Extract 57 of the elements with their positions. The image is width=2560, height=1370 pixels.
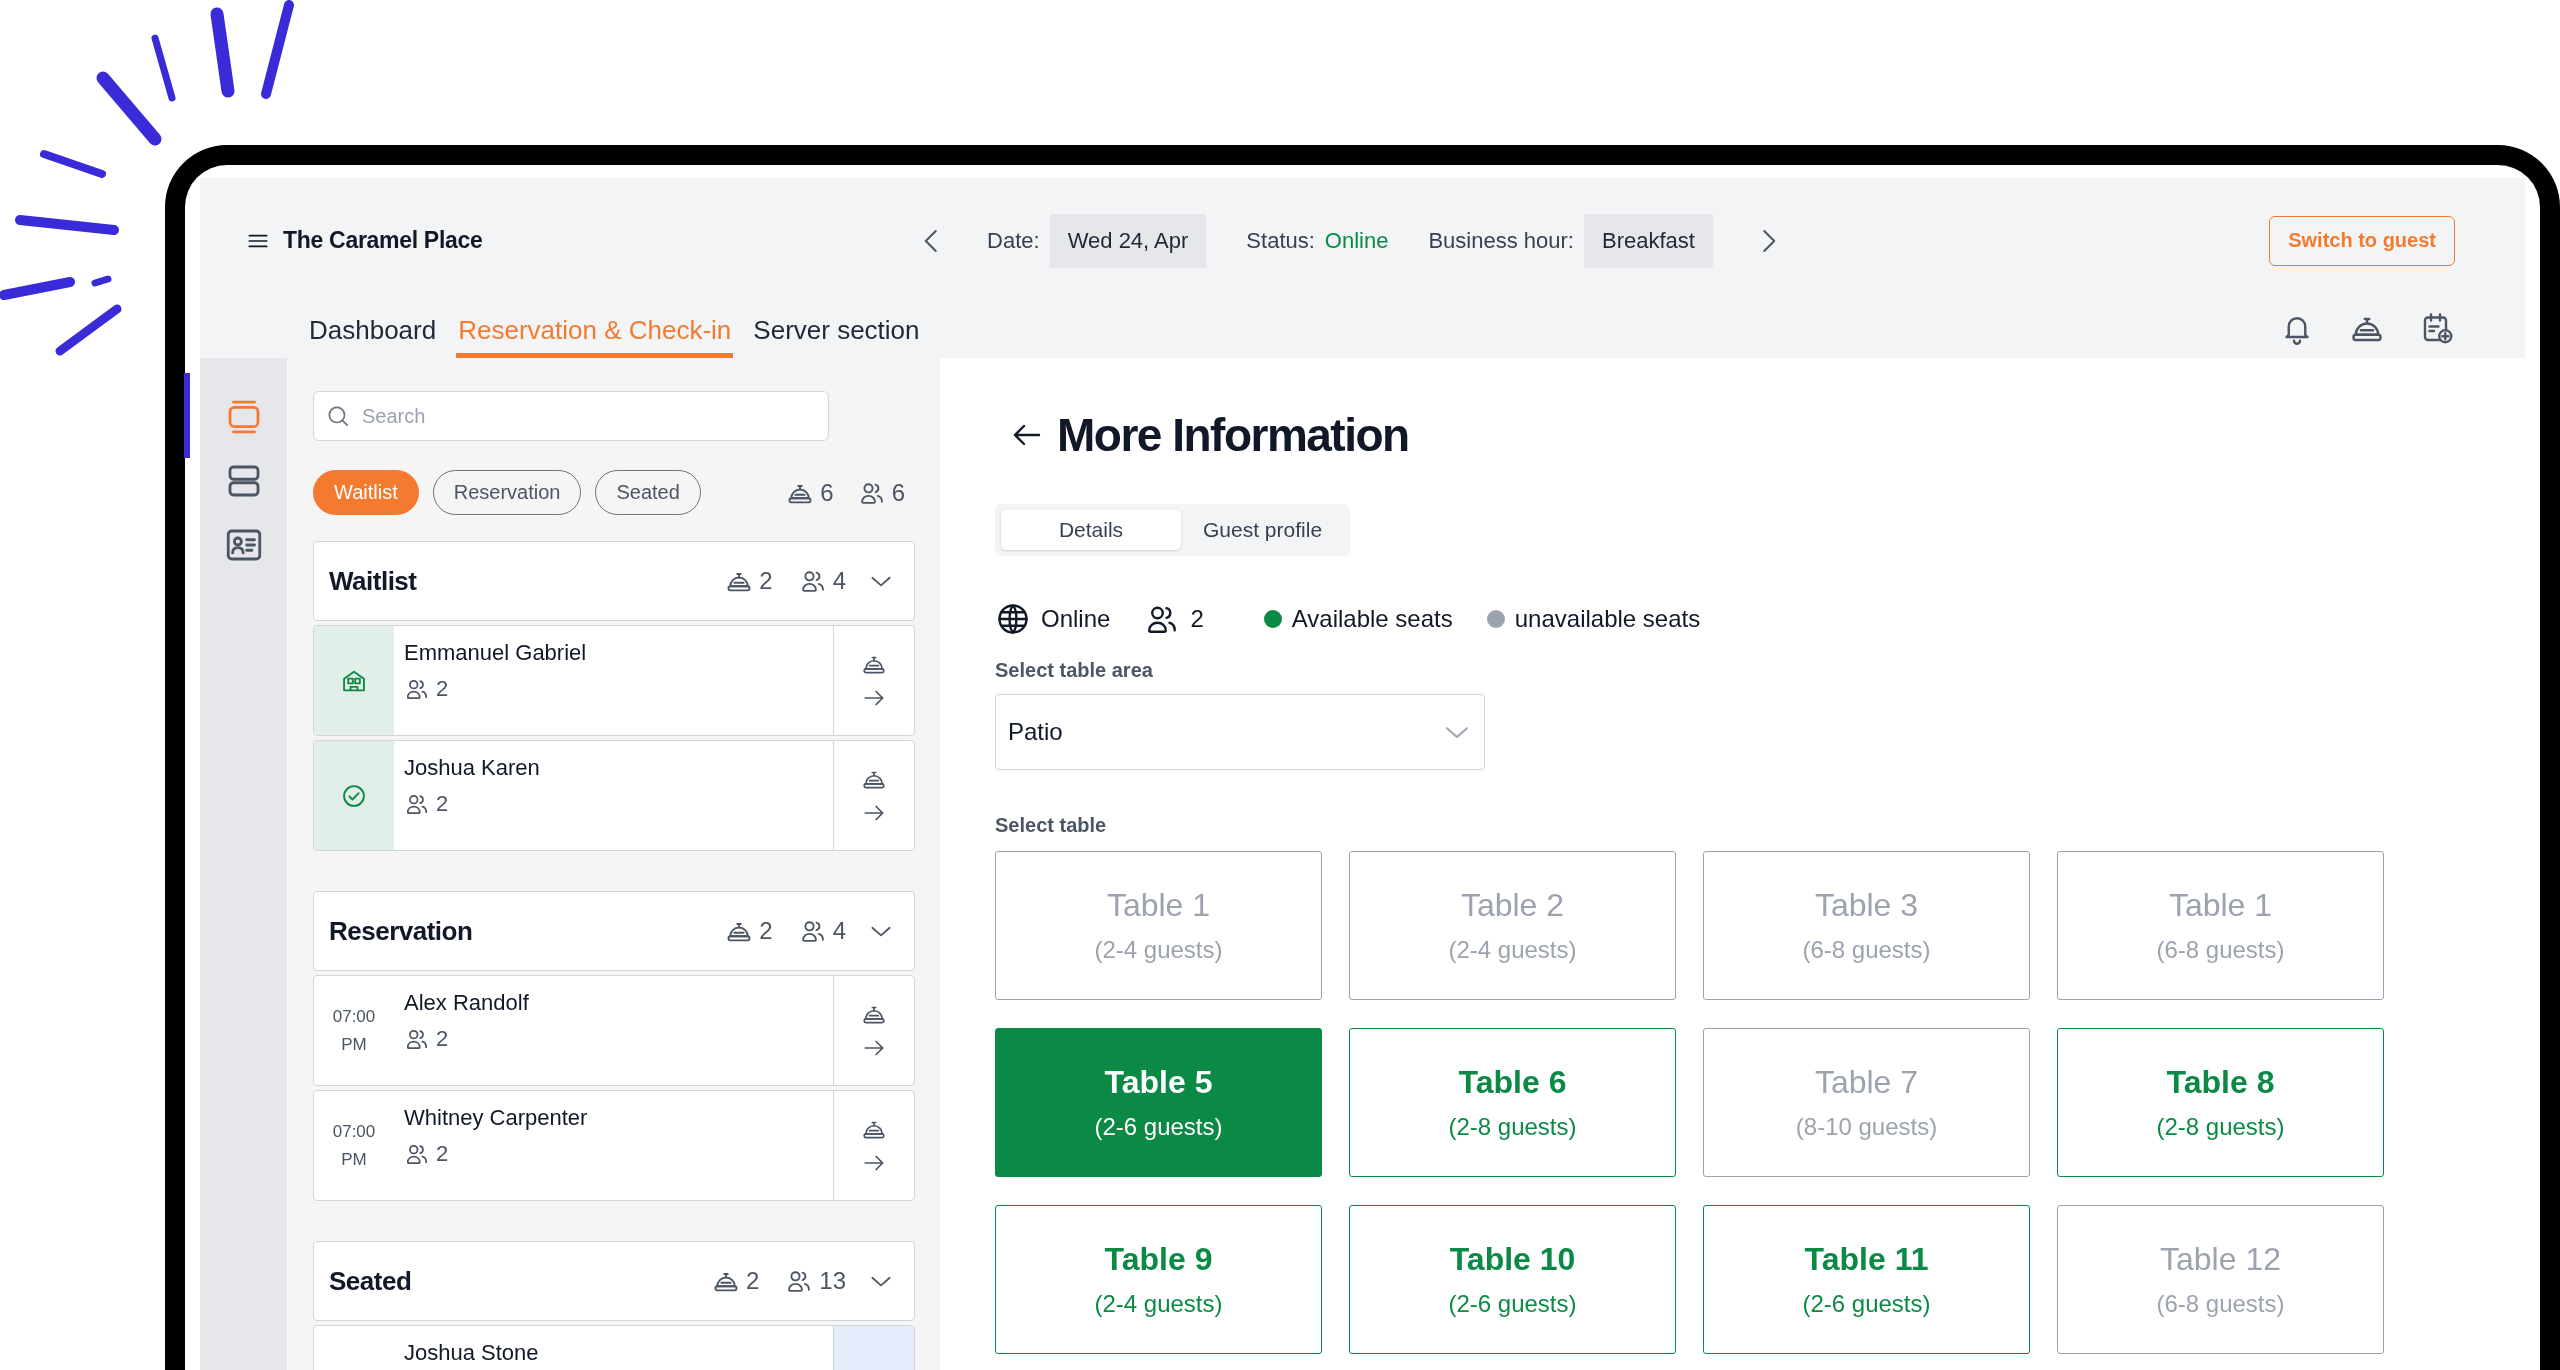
status-label: Status: (1246, 227, 1315, 254)
date-value[interactable]: Wed 24, Apr (1049, 213, 1207, 268)
table-count: 2 (759, 917, 773, 945)
guest-name: Joshua Stone (404, 1340, 540, 1366)
segment-tab[interactable]: Guest profile (1181, 510, 1345, 550)
table-option[interactable]: Table 9 (2-4 guests) (995, 1205, 1322, 1354)
field-label: Select table (995, 814, 1108, 837)
date-label: Date: (987, 227, 1040, 254)
status-value: Online (1324, 227, 1389, 254)
party-size: 2 (436, 791, 449, 817)
booking-channel: Online (1041, 605, 1111, 633)
guest-name: Whitney Carpenter (404, 1105, 589, 1131)
guest-entry[interactable]: Joshua Karen 2 (313, 740, 915, 851)
guest-entry[interactable]: Joshua Stone (313, 1325, 915, 1370)
segment-tab[interactable]: Details (1001, 510, 1181, 550)
table-count: 6 (820, 478, 834, 507)
field-label: Select table area (995, 659, 1154, 682)
guest-count: 6 (891, 478, 905, 507)
restaurant-name: The Caramel Place (283, 227, 483, 254)
search-field[interactable]: Search (313, 391, 829, 441)
group-header[interactable]: Reservation 2 4 (313, 891, 915, 971)
globe-icon (995, 601, 1031, 637)
guest-count: 4 (832, 917, 846, 945)
guest-name: Alex Randolf (404, 990, 530, 1016)
group-header[interactable]: Seated 2 13 (313, 1241, 915, 1321)
party-size: 2 (436, 676, 449, 702)
table-count: 2 (759, 567, 773, 595)
reservation-time: 07:00 PM (332, 1121, 376, 1171)
table-option[interactable]: Table 8 (2-8 guests) (2057, 1028, 2384, 1177)
party-size: 2 (436, 1141, 449, 1167)
table-area-dropdown[interactable]: Patio (995, 694, 1485, 770)
table-option[interactable]: Table 11 (2-6 guests) (1703, 1205, 2030, 1354)
page-title: More Information (1057, 408, 1409, 462)
guest-name: Joshua Karen (404, 755, 541, 781)
legend-label: unavailable seats (1514, 605, 1701, 633)
group-title: Seated (329, 1265, 412, 1297)
guest-entry[interactable]: 07:00 PM Alex Randolf 2 (313, 975, 915, 1086)
guest-entry[interactable]: 07:00 PM Whitney Carpenter 2 (313, 1090, 915, 1201)
legend-label: Available seats (1291, 605, 1453, 633)
guest-count: 13 (819, 1267, 846, 1295)
nav-tab[interactable]: Dashboard (307, 303, 439, 358)
guest-name: Emmanuel Gabriel (404, 640, 588, 666)
table-count: 2 (745, 1267, 760, 1295)
guest-entry[interactable]: Emmanuel Gabriel 2 (313, 625, 915, 736)
business-hour-label: Business hour: (1428, 227, 1574, 254)
nav-tab[interactable]: Server section (751, 303, 922, 358)
reservation-time: 07:00 PM (332, 1006, 376, 1056)
table-option[interactable]: Table 10 (2-6 guests) (1349, 1205, 1676, 1354)
party-size: 2 (1190, 605, 1204, 633)
guest-count: 4 (832, 567, 846, 595)
group-title: Reservation (329, 915, 473, 947)
business-hour-value[interactable]: Breakfast (1583, 213, 1713, 268)
table-option[interactable]: Table 6 (2-8 guests) (1349, 1028, 1676, 1177)
group-title: Waitlist (329, 565, 417, 597)
group-header[interactable]: Waitlist 2 4 (313, 541, 915, 621)
party-size: 2 (436, 1026, 449, 1052)
table-option[interactable]: Table 5 (2-6 guests) (995, 1028, 1322, 1177)
